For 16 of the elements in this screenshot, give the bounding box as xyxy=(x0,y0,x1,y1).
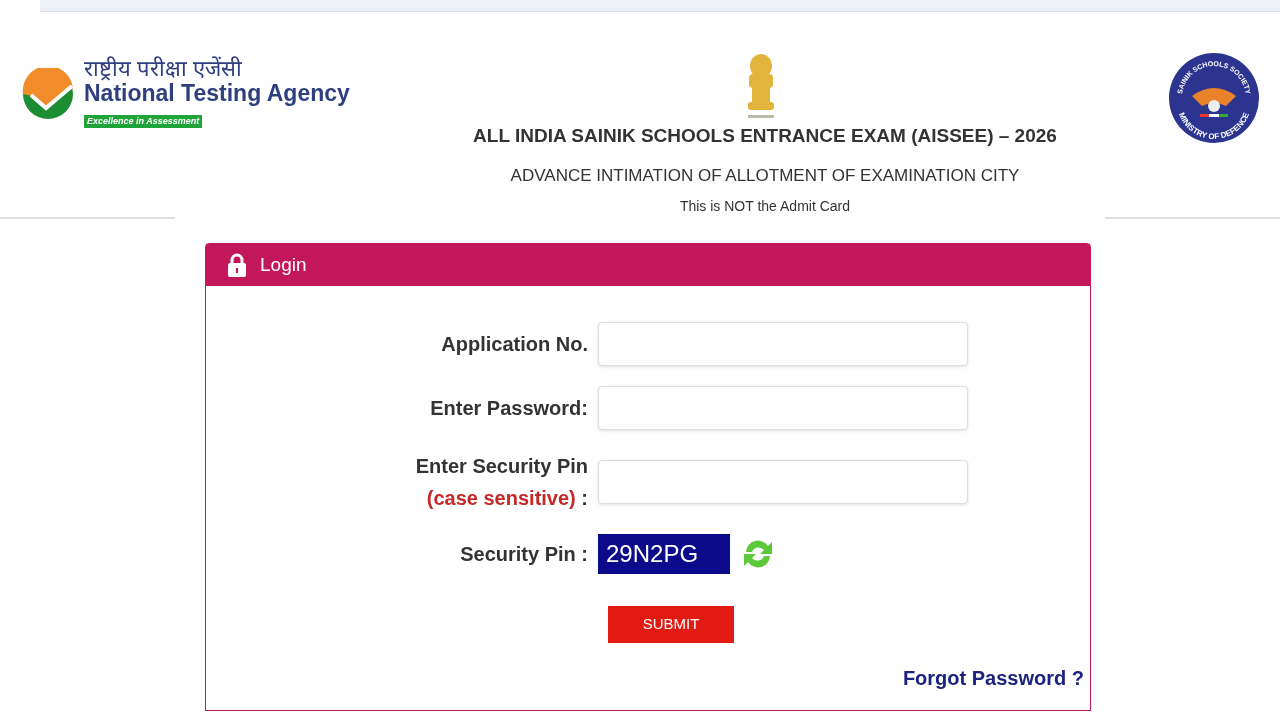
submit-button[interactable]: SUBMIT xyxy=(608,606,734,643)
hint-text: (case sensitive) xyxy=(426,487,576,509)
field-label: Enter Password: xyxy=(429,396,589,421)
agency-hindi-name: राष्ट्रीय परीक्षा एजेंसी xyxy=(84,57,244,82)
agency-name: National Testing Agency xyxy=(84,81,350,107)
field-label: Application No. xyxy=(440,332,589,357)
forgot-password-link[interactable]: Forgot Password ? xyxy=(902,663,1084,693)
page-subtitle: ADVANCE INTIMATION OF ALLOTMENT OF EXAMINATION CITY xyxy=(510,164,1020,187)
card-title: Login xyxy=(260,252,307,277)
notice-text: This is NOT the Admit Card xyxy=(679,197,851,216)
colon-text: : xyxy=(581,487,588,509)
agency-tagline: Excellence in Assessment xyxy=(84,114,203,129)
exam-title: ALL INDIA SAINIK SCHOOLS ENTRANCE EXAM (AISSEE) – 2026 xyxy=(473,124,1057,148)
field-label: Enter Security Pin xyxy=(414,454,588,479)
field-label: Security Pin : xyxy=(459,542,589,567)
captcha-code: 29N2PG xyxy=(598,534,730,574)
